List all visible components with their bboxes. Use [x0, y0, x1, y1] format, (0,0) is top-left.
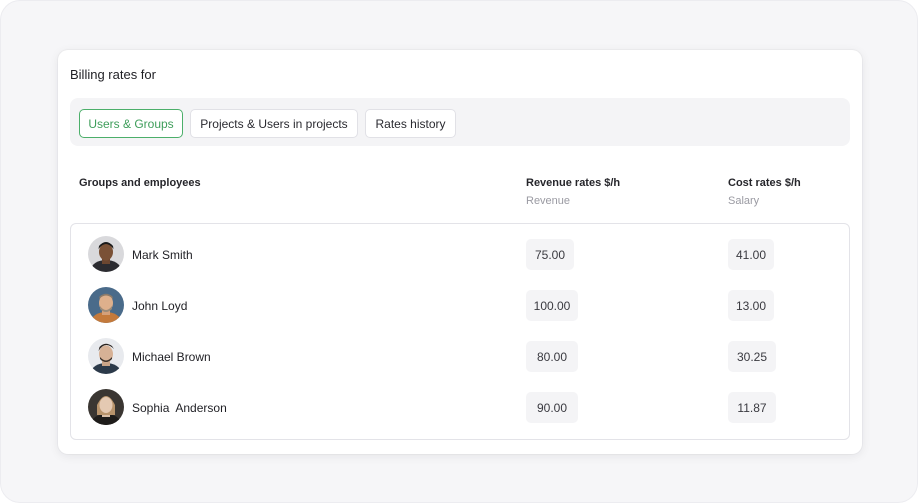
table-row: Sophia Anderson 90.00 11.87 — [71, 385, 849, 436]
rates-table: Mark Smith 75.00 41.00 John Loyd 100.00 … — [70, 223, 850, 440]
card-title: Billing rates for — [70, 67, 156, 82]
column-header-revenue: Revenue rates $/h — [526, 177, 621, 189]
table-row: Michael Brown 80.00 30.25 — [71, 334, 849, 385]
revenue-rate[interactable]: 100.00 — [526, 290, 578, 321]
tab-users-groups[interactable]: Users & Groups — [79, 109, 183, 138]
tab-projects-users[interactable]: Projects & Users in projects — [190, 109, 358, 138]
table-row: Mark Smith 75.00 41.00 — [71, 232, 849, 283]
employee-name: Sophia Anderson — [132, 401, 227, 415]
cost-rate[interactable]: 30.25 — [728, 341, 776, 372]
column-header-cost: Cost rates $/h — [728, 177, 801, 189]
billing-rates-card: Billing rates for Users & Groups Project… — [58, 50, 862, 454]
avatar — [88, 287, 124, 323]
revenue-rate[interactable]: 90.00 — [526, 392, 578, 423]
avatar — [88, 236, 124, 272]
tab-bar: Users & Groups Projects & Users in proje… — [70, 98, 850, 146]
cost-rate[interactable]: 11.87 — [728, 392, 776, 423]
employee-name: John Loyd — [132, 299, 188, 313]
revenue-rate[interactable]: 80.00 — [526, 341, 578, 372]
table-row: John Loyd 100.00 13.00 — [71, 283, 849, 334]
page-background: Billing rates for Users & Groups Project… — [0, 0, 918, 503]
tab-rates-history[interactable]: Rates history — [365, 109, 456, 138]
avatar — [88, 338, 124, 374]
avatar — [88, 389, 124, 425]
cost-rate[interactable]: 41.00 — [728, 239, 774, 270]
column-subheader-cost: Salary — [728, 195, 760, 207]
employee-name: Mark Smith — [132, 248, 193, 262]
revenue-rate[interactable]: 75.00 — [526, 239, 574, 270]
column-header-groups: Groups and employees — [79, 177, 201, 189]
column-subheader-revenue: Revenue — [526, 195, 571, 207]
employee-name: Michael Brown — [132, 350, 211, 364]
cost-rate[interactable]: 13.00 — [728, 290, 774, 321]
